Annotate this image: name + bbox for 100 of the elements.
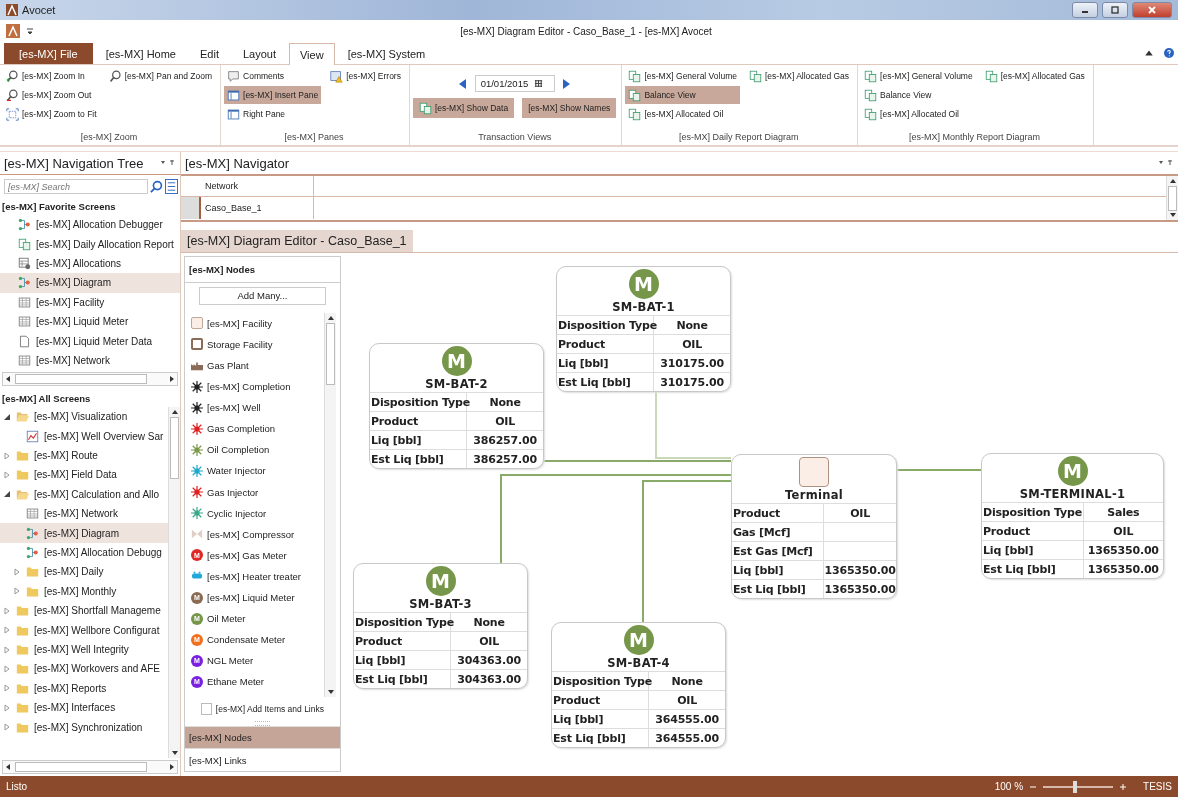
scroll-left-icon[interactable] bbox=[4, 375, 12, 384]
node-card[interactable]: M SM-BAT-2 Disposition Type None Product OIL Liq [bbl] 386257.00 Est Liq [bbl] 386257.00 bbox=[369, 343, 544, 469]
favorite-item[interactable]: [es-MX] Liquid Meter Data bbox=[0, 331, 180, 351]
table-cell[interactable]: Caso_Base_1 bbox=[201, 197, 314, 219]
palette-item[interactable]: Gas Plant bbox=[191, 354, 324, 377]
ribbon-button[interactable]: [es-MX] Pan and Zoom bbox=[105, 67, 216, 85]
checkbox-row[interactable]: [es-MX] Add Items and Links bbox=[185, 696, 340, 721]
ribbon-button[interactable]: [es-MX] General Volume bbox=[861, 67, 976, 85]
panel-tab[interactable]: [es-MX] Links bbox=[185, 748, 340, 771]
palette-item[interactable]: Storage Facility bbox=[191, 333, 324, 355]
ribbon-button[interactable]: [es-MX] Zoom to Fit bbox=[3, 105, 100, 123]
scroll-thumb[interactable] bbox=[15, 374, 147, 385]
tree-item[interactable]: [es-MX] Calculation and Allo bbox=[0, 484, 168, 505]
scroll-thumb[interactable] bbox=[15, 762, 147, 772]
palette-item[interactable]: [es-MX] Compressor bbox=[191, 523, 324, 545]
node-card[interactable]: Terminal Product OIL Gas [Mcf] Est Gas [Mcf] Liq [bbl] 1365350.00 Est Liq [bbl] 1365350.00 bbox=[731, 454, 897, 599]
ribbon-tab[interactable]: Edit bbox=[189, 43, 230, 64]
palette-item[interactable]: Cyclic Injector bbox=[191, 502, 324, 524]
ribbon-button[interactable]: [es-MX] Allocated Oil bbox=[861, 105, 976, 123]
scroll-thumb[interactable] bbox=[170, 417, 179, 480]
collapse-icon[interactable] bbox=[1144, 48, 1154, 58]
palette-item[interactable]: Gas Completion bbox=[191, 418, 324, 440]
ribbon-button[interactable]: [es-MX] Insert Pane bbox=[224, 86, 322, 104]
panel-tab[interactable]: [es-MX] Nodes bbox=[185, 725, 340, 749]
favorite-item[interactable]: [es-MX] Network bbox=[0, 350, 180, 371]
ribbon-button[interactable]: Right Pane bbox=[224, 105, 322, 123]
date-field[interactable]: 01/01/2015 bbox=[474, 75, 555, 92]
scrollbar[interactable] bbox=[1166, 176, 1178, 220]
next-arrow-icon[interactable] bbox=[562, 78, 571, 89]
scroll-down-icon[interactable] bbox=[170, 749, 179, 757]
close-button[interactable] bbox=[1132, 2, 1172, 18]
maximize-icon[interactable] bbox=[1110, 5, 1120, 15]
ribbon-button[interactable]: Balance View bbox=[861, 86, 976, 104]
column-header[interactable]: Network bbox=[201, 176, 314, 196]
tree-item[interactable]: [es-MX] Monthly bbox=[0, 581, 168, 602]
scroll-right-icon[interactable] bbox=[168, 375, 176, 384]
splitter-handle[interactable] bbox=[255, 720, 270, 726]
tree-item[interactable]: [es-MX] Reports bbox=[0, 678, 168, 698]
dropdown-icon[interactable] bbox=[26, 27, 34, 35]
palette-item[interactable]: [es-MX] Heater treater bbox=[191, 565, 324, 587]
tree-item[interactable]: [es-MX] Wellbore Configurat bbox=[0, 620, 168, 640]
node-card[interactable]: M SM-BAT-4 Disposition Type None Product OIL Liq [bbl] 364555.00 Est Liq [bbl] 364555.00 bbox=[551, 622, 726, 748]
ribbon-tab[interactable]: Layout bbox=[231, 43, 287, 64]
scroll-left-icon[interactable] bbox=[4, 763, 12, 771]
tree-item[interactable]: [es-MX] Field Data bbox=[0, 465, 168, 485]
scrollbar[interactable] bbox=[2, 760, 178, 774]
palette-item[interactable]: [es-MX] Completion bbox=[191, 376, 324, 398]
ribbon-button[interactable]: [es-MX] General Volume bbox=[625, 67, 740, 85]
tree-item[interactable]: [es-MX] Shortfall Manageme bbox=[0, 601, 168, 621]
ribbon-button[interactable]: [es-MX] Allocated Gas bbox=[981, 67, 1088, 85]
tree-item[interactable]: [es-MX] Diagram bbox=[0, 523, 168, 543]
minimize-button[interactable] bbox=[1072, 2, 1098, 18]
ribbon-button[interactable]: Balance View bbox=[625, 86, 740, 104]
search-icon[interactable] bbox=[150, 180, 163, 193]
node-card[interactable]: M SM-BAT-1 Disposition Type None Product OIL Liq [bbl] 310175.00 Est Liq [bbl] 310175.00 bbox=[556, 266, 731, 392]
pin-icon[interactable] bbox=[160, 159, 176, 167]
tree-item[interactable]: [es-MX] Interfaces bbox=[0, 698, 168, 718]
favorite-item[interactable]: [es-MX] Facility bbox=[0, 292, 180, 312]
tree-item[interactable]: [es-MX] Visualization bbox=[0, 407, 168, 427]
help-icon[interactable] bbox=[1164, 48, 1174, 58]
list-view-icon[interactable] bbox=[165, 179, 178, 194]
ribbon-tab[interactable]: [es-MX] System bbox=[336, 43, 437, 64]
add-many-button[interactable]: Add Many... bbox=[199, 287, 326, 305]
ribbon-button[interactable]: [es-MX] Show Names bbox=[522, 98, 617, 118]
ribbon-tab[interactable]: View bbox=[289, 43, 335, 65]
ribbon-button[interactable]: Comments bbox=[224, 67, 322, 85]
node-card[interactable]: M SM-TERMINAL-1 Disposition Type Sales Product OIL Liq [bbl] 1365350.00 Est Liq [bbl] 1365350.00 bbox=[981, 453, 1164, 579]
tree-item[interactable]: [es-MX] Well Integrity bbox=[0, 639, 168, 660]
app-menu-icon[interactable] bbox=[6, 24, 20, 38]
palette-item[interactable]: Gas Injector bbox=[191, 481, 324, 503]
row-selector[interactable] bbox=[181, 197, 201, 219]
favorite-item[interactable]: [es-MX] Diagram bbox=[0, 273, 180, 293]
scrollbar[interactable] bbox=[2, 372, 178, 387]
editor-tab[interactable]: [es-MX] Diagram Editor - Caso_Base_1 bbox=[181, 230, 413, 252]
favorite-item[interactable]: [es-MX] Liquid Meter bbox=[0, 311, 180, 332]
node-card[interactable]: M SM-BAT-3 Disposition Type None Product OIL Liq [bbl] 304363.00 Est Liq [bbl] 304363.00 bbox=[353, 563, 528, 689]
scroll-right-icon[interactable] bbox=[168, 763, 176, 771]
favorite-item[interactable]: [es-MX] Allocation Debugger bbox=[0, 215, 180, 235]
ribbon-button[interactable]: [es-MX] Allocated Oil bbox=[625, 105, 740, 123]
palette-item[interactable]: Water Injector bbox=[191, 460, 324, 482]
palette-item[interactable]: Oil Completion bbox=[191, 439, 324, 461]
tree-item[interactable]: [es-MX] Workovers and AFE bbox=[0, 659, 168, 679]
tree-item[interactable]: [es-MX] Network bbox=[0, 504, 168, 524]
checkbox[interactable] bbox=[201, 702, 212, 715]
ribbon-button[interactable]: [es-MX] Show Data bbox=[412, 98, 515, 118]
file-tab[interactable]: [es-MX] File bbox=[4, 43, 93, 64]
pin-icon[interactable] bbox=[1158, 159, 1174, 167]
scrollbar[interactable] bbox=[168, 407, 180, 758]
calendar-icon[interactable] bbox=[534, 79, 544, 88]
palette-item[interactable]: [es-MX] Well bbox=[191, 397, 324, 419]
plus-icon[interactable] bbox=[1119, 782, 1128, 791]
tree-item[interactable]: [es-MX] Allocation Debugg bbox=[0, 542, 168, 563]
previous-arrow-icon[interactable] bbox=[458, 78, 467, 89]
tree-item[interactable]: [es-MX] Daily bbox=[0, 562, 168, 582]
scroll-thumb[interactable] bbox=[326, 322, 335, 385]
ribbon-button[interactable]: [es-MX] Allocated Gas bbox=[746, 67, 853, 85]
palette-item[interactable]: [es-MX] Facility bbox=[191, 312, 324, 334]
scrollbar[interactable] bbox=[324, 312, 336, 697]
ribbon-tab[interactable]: [es-MX] Home bbox=[94, 43, 187, 64]
ribbon-button[interactable]: [es-MX] Zoom Out bbox=[3, 86, 100, 104]
